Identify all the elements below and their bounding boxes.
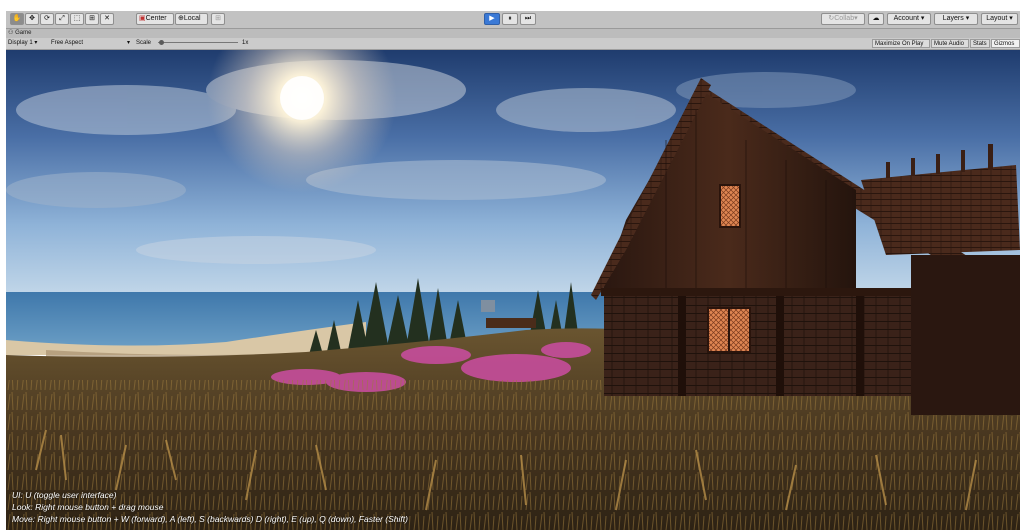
hand-icon: ✋ xyxy=(12,15,22,22)
scale-slider-thumb[interactable] xyxy=(159,40,164,45)
pivot-icon: ▣ xyxy=(139,15,146,22)
rotate-icon: ⟳ xyxy=(44,15,50,22)
display-label: Display 1 xyxy=(8,40,33,46)
chevron-down-icon: ▾ xyxy=(34,40,38,46)
custom-tool-icon: ✕ xyxy=(104,15,110,22)
chevron-down-icon: ▾ xyxy=(854,15,858,22)
snap-button[interactable]: ⊞ xyxy=(211,13,225,25)
hand-tool-button[interactable]: ✋ xyxy=(10,13,24,25)
rect-tool-button[interactable]: ⬚ xyxy=(70,13,84,25)
transform-tool-button[interactable]: ⊞ xyxy=(85,13,99,25)
maximize-on-play-toggle[interactable]: Maximize On Play xyxy=(872,39,930,48)
tab-bar: ⚇ Game xyxy=(6,29,1020,38)
account-label: Account xyxy=(893,15,919,22)
game-controller-icon: ⚇ xyxy=(8,30,14,36)
scale-label: Scale xyxy=(136,40,152,46)
game-view-toolbar: Display 1 ▾ Free Aspect ▾ Scale 1x Maxim… xyxy=(6,38,1020,50)
pivot-center-button[interactable]: ▣Center xyxy=(136,13,174,25)
layers-dropdown[interactable]: Layers ▾ xyxy=(934,13,978,25)
chevron-down-icon: ▾ xyxy=(127,40,131,46)
game-viewport[interactable]: UI: U (toggle user interface) Look: Righ… xyxy=(6,50,1020,530)
collab-label: Collab xyxy=(834,15,855,22)
scale-value: 1x xyxy=(242,40,249,46)
step-button[interactable]: ⏭ xyxy=(520,13,536,25)
chevron-down-icon: ▾ xyxy=(920,15,925,22)
rotate-tool-button[interactable]: ⟳ xyxy=(40,13,54,25)
layers-label: Layers xyxy=(942,15,964,22)
grid-snap-icon: ⊞ xyxy=(215,15,221,22)
pause-icon: ⏸ xyxy=(508,15,512,22)
transform-icon: ⊞ xyxy=(89,15,95,22)
tab-game-label: Game xyxy=(15,30,32,36)
pause-button[interactable]: ⏸ xyxy=(502,13,518,25)
play-icon: ▶ xyxy=(489,15,495,22)
game-scene xyxy=(6,50,1020,530)
custom-tool-button[interactable]: ✕ xyxy=(100,13,114,25)
help-line-move: Move: Right mouse button + W (forward), … xyxy=(12,514,408,524)
cloud-icon: ☁ xyxy=(872,15,880,22)
chevron-down-icon: ▾ xyxy=(1009,15,1013,22)
aspect-label: Free Aspect xyxy=(51,40,84,46)
rect-icon: ⬚ xyxy=(73,15,81,22)
help-line-look: Look: Right mouse button + drag mouse xyxy=(12,502,164,512)
layout-dropdown[interactable]: Layout ▾ xyxy=(981,13,1018,25)
play-button[interactable]: ▶ xyxy=(484,13,500,25)
house-roof-side xyxy=(861,165,1020,255)
scale-icon: ⤢ xyxy=(59,15,65,22)
scale-slider[interactable] xyxy=(158,40,238,45)
scale-tool-button[interactable]: ⤢ xyxy=(55,13,69,25)
stats-toggle[interactable]: Stats xyxy=(970,39,990,48)
cloud-button[interactable]: ☁ xyxy=(868,13,884,25)
pivot-label: Center xyxy=(145,15,167,22)
space-label: Local xyxy=(183,15,201,22)
house-stone-wall xyxy=(604,296,914,396)
help-line-toggle-ui: UI: U (toggle user interface) xyxy=(12,490,117,500)
tab-game[interactable]: ⚇ Game xyxy=(8,29,31,38)
display-dropdown[interactable]: Display 1 ▾ xyxy=(8,39,37,48)
main-toolbar: ✋ ✥ ⟳ ⤢ ⬚ ⊞ ✕ ▣Center ⊕Local ⊞ ▶ ⏸ ⏭ ↻Co… xyxy=(6,11,1020,29)
collab-button[interactable]: ↻Collab▾ xyxy=(821,13,865,25)
mute-audio-toggle[interactable]: Mute Audio xyxy=(931,39,969,48)
move-tool-button[interactable]: ✥ xyxy=(25,13,39,25)
gizmos-toggle[interactable]: Gizmos xyxy=(991,39,1020,48)
house-upper-window xyxy=(719,184,741,228)
aspect-dropdown[interactable]: Free Aspect ▾ xyxy=(51,39,131,48)
account-dropdown[interactable]: Account ▾ xyxy=(887,13,931,25)
layout-label: Layout xyxy=(986,15,1008,22)
pivot-space-button[interactable]: ⊕Local xyxy=(175,13,208,25)
chevron-down-icon: ▾ xyxy=(965,15,970,22)
move-icon: ✥ xyxy=(29,15,35,22)
step-icon: ⏭ xyxy=(524,15,532,22)
